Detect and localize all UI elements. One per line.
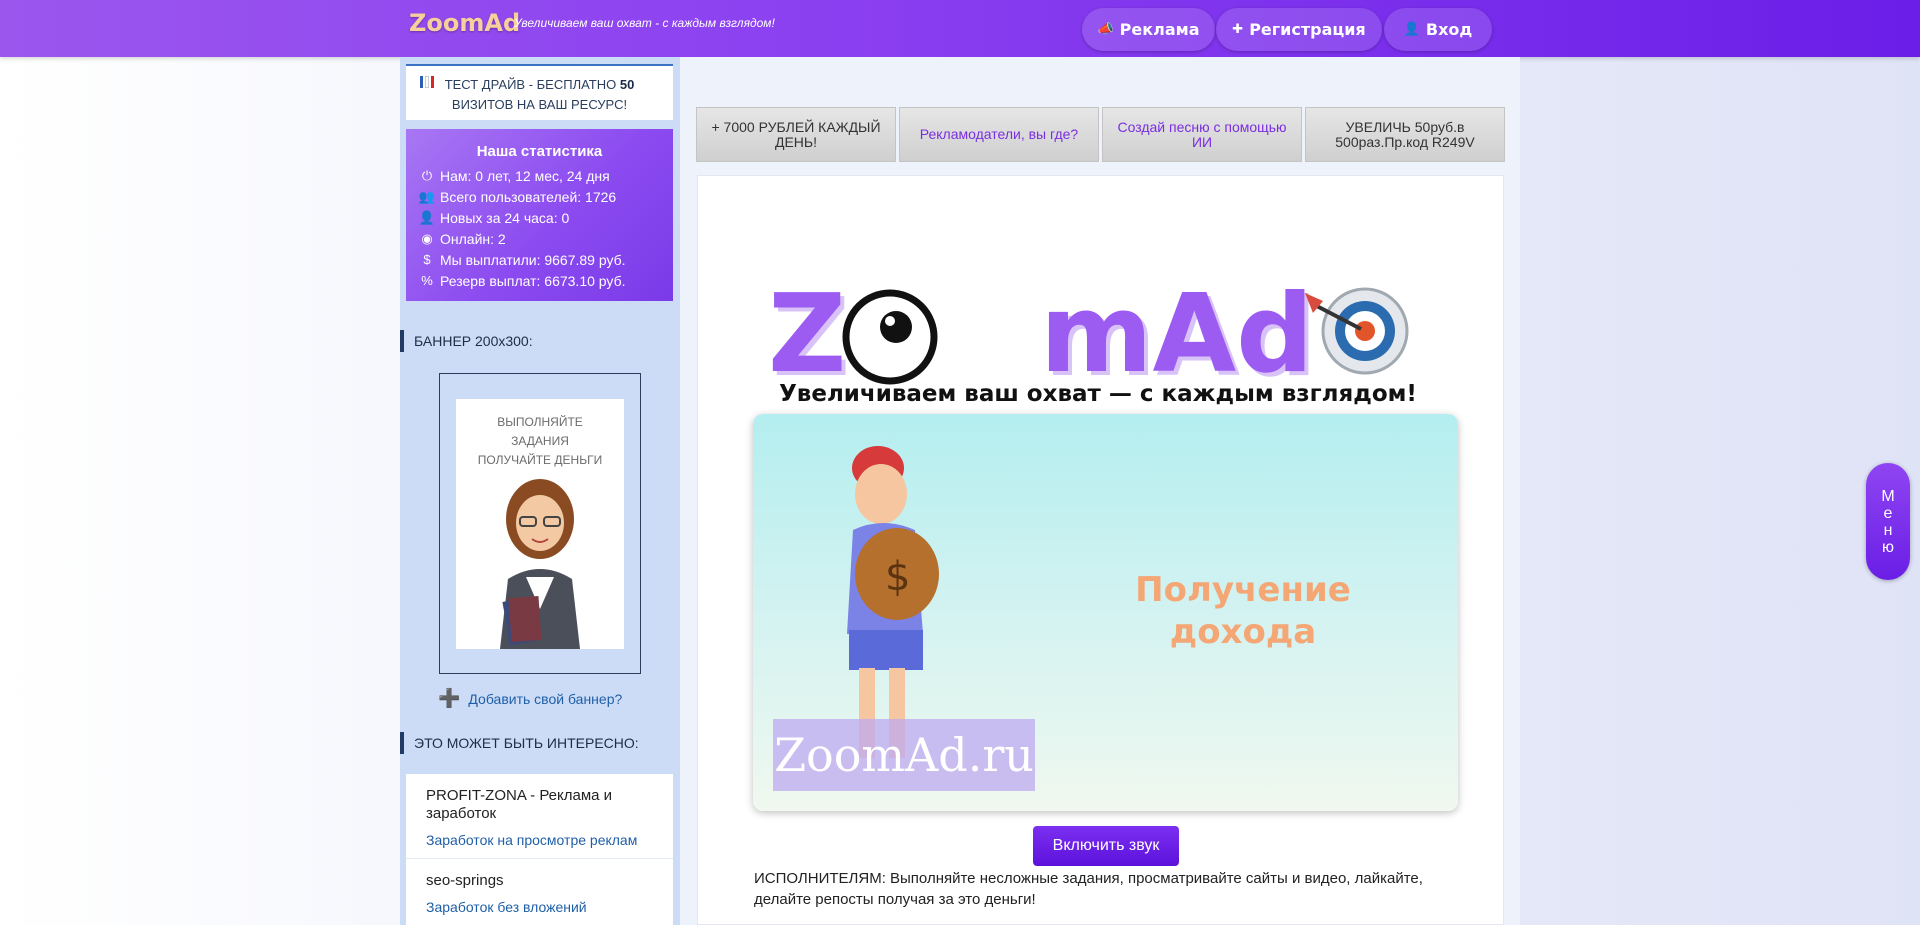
- nav-register-label: Регистрация: [1249, 20, 1366, 39]
- site-slogan: Увеличиваем ваш охват - с каждым взглядо…: [514, 16, 775, 30]
- menu-letter: е: [1883, 504, 1893, 522]
- promo-video[interactable]: $ Получение дохода ZoomAd.ru: [753, 414, 1458, 811]
- stat-row-paid: $ Мы выплатили: 9667.89 руб.: [416, 249, 663, 270]
- nav-login-label: Вход: [1425, 20, 1473, 39]
- menu-letter: ю: [1882, 538, 1894, 556]
- interest-section-title: ЭТО МОЖЕТ БЫТЬ ИНТЕРЕСНО:: [400, 732, 675, 754]
- stat-text: Мы выплатили: 9667.89 руб.: [440, 251, 626, 268]
- list-item-title[interactable]: seo-springs: [426, 872, 653, 890]
- stat-row-age: ⏻ Нам: 0 лет, 12 мес, 24 дня: [416, 165, 663, 186]
- list-item[interactable]: PROFIT-ZONA - Реклама и заработок Зарабо…: [406, 774, 673, 859]
- user-plus-icon: 👤: [418, 209, 436, 225]
- svg-text:$: $: [885, 554, 910, 600]
- stat-text: Новых за 24 часа: 0: [440, 209, 570, 226]
- users-icon: 👥: [418, 188, 436, 204]
- add-banner-label: Добавить свой баннер?: [468, 690, 623, 707]
- ad-tile[interactable]: + 7000 РУБЛЕЙ КАЖДЫЙ ДЕНЬ!: [696, 107, 896, 162]
- ad-tile[interactable]: Создай песню с помощью ИИ: [1102, 107, 1302, 162]
- plus-outline-icon: ➕: [438, 688, 461, 708]
- nav-advertising-button[interactable]: 📣 Реклама: [1082, 8, 1215, 51]
- plus-icon: ✚: [1232, 22, 1244, 37]
- nav-advertising-label: Реклама: [1119, 20, 1200, 39]
- banner-200x300[interactable]: ВЫПОЛНЯЙТЕ ЗАДАНИЯ ПОЛУЧАЙТЕ ДЕНЬГИ: [439, 373, 641, 674]
- flag-icon: [420, 76, 435, 88]
- list-item-subtitle[interactable]: Заработок без вложений: [426, 899, 653, 915]
- nav-register-button[interactable]: ✚ Регистрация: [1216, 8, 1382, 51]
- megaphone-icon: 📣: [1097, 22, 1114, 37]
- list-item-title[interactable]: PROFIT-ZONA - Реклама и заработок: [426, 787, 653, 823]
- user-circle-icon: ◉: [421, 230, 433, 246]
- ad-tile[interactable]: Рекламодатели, вы где?: [899, 107, 1099, 162]
- hero-tagline: Увеличиваем ваш охват — с каждым взглядо…: [779, 381, 1417, 407]
- stat-row-users: 👥 Всего пользователей: 1726: [416, 186, 663, 207]
- stat-row-online: ◉ Онлайн: 2: [416, 228, 663, 249]
- target-dart-icon: [1305, 287, 1409, 375]
- stat-text: Онлайн: 2: [440, 230, 506, 247]
- hero-logo-z: Z: [768, 272, 847, 397]
- user-icon: 👤: [1403, 22, 1420, 37]
- eye-icon: [842, 289, 938, 385]
- ad-tile[interactable]: УВЕЛИЧЬ 50руб.в 500раз.Пр.код R249V: [1305, 107, 1505, 162]
- menu-letter: М: [1881, 487, 1895, 505]
- test-drive-count: 50: [619, 77, 635, 92]
- top-bar: ZoomAd Увеличиваем ваш охват - с каждым …: [0, 0, 1920, 57]
- banner-image[interactable]: ВЫПОЛНЯЙТЕ ЗАДАНИЯ ПОЛУЧАЙТЕ ДЕНЬГИ: [456, 399, 624, 649]
- interest-list: PROFIT-ZONA - Реклама и заработок Зарабо…: [406, 774, 673, 925]
- test-drive-promo[interactable]: ТЕСТ ДРАЙВ - БЕСПЛАТНО 50 ВИЗИТОВ НА ВАШ…: [406, 64, 673, 120]
- stat-text: Нам: 0 лет, 12 мес, 24 дня: [440, 167, 610, 184]
- stats-panel: Наша статистика ⏻ Нам: 0 лет, 12 мес, 24…: [406, 129, 673, 301]
- stats-title: Наша статистика: [476, 143, 603, 160]
- percent-icon: %: [421, 273, 433, 288]
- hero-logo-mad: mAd: [1040, 272, 1314, 397]
- enable-sound-button[interactable]: Включить звук: [1033, 826, 1179, 866]
- nav-login-button[interactable]: 👤 Вход: [1384, 8, 1492, 51]
- site-logo[interactable]: ZoomAd: [409, 9, 520, 37]
- stat-text: Резерв выплат: 6673.10 руб.: [440, 272, 626, 289]
- banner-section-title: БАННЕР 200x300:: [400, 330, 675, 352]
- woman-with-books-illustration: [500, 479, 580, 649]
- performers-text: ИСПОЛНИТЕЛЯМ: Выполняйте несложные задан…: [754, 870, 1423, 908]
- list-item-subtitle[interactable]: Заработок на просмотре реклам: [426, 832, 653, 848]
- stat-row-new: 👤 Новых за 24 часа: 0: [416, 207, 663, 228]
- add-banner-link[interactable]: ➕ Добавить свой баннер?: [438, 688, 622, 709]
- list-item[interactable]: seo-springs Заработок без вложений: [406, 859, 673, 925]
- stat-text: Всего пользователей: 1726: [440, 188, 617, 205]
- video-caption: Получение дохода: [1135, 570, 1351, 652]
- test-drive-suffix: ВИЗИТОВ НА ВАШ РЕСУРС!: [451, 97, 628, 112]
- side-menu-button[interactable]: М е н ю: [1866, 463, 1910, 580]
- menu-letter: н: [1883, 521, 1893, 539]
- test-drive-prefix: ТЕСТ ДРАЙВ - БЕСПЛАТНО: [444, 77, 617, 92]
- dollar-icon: $: [423, 252, 431, 267]
- power-icon: ⏻: [421, 167, 433, 183]
- video-watermark: ZoomAd.ru: [773, 719, 1035, 791]
- stat-row-reserve: % Резерв выплат: 6673.10 руб.: [416, 270, 663, 291]
